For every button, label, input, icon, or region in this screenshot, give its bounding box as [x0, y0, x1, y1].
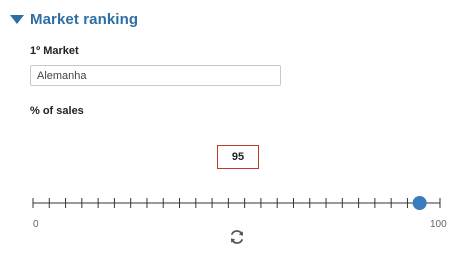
market-input[interactable]	[30, 65, 281, 86]
refresh-icon[interactable]	[229, 229, 245, 245]
market-ranking-panel: Market ranking 1º Market % of sales 95 0…	[0, 0, 474, 257]
slider-max-label: 100	[430, 219, 447, 230]
slider-min-label: 0	[33, 219, 39, 230]
sales-slider[interactable]	[0, 190, 474, 220]
market-label: 1º Market	[30, 45, 79, 57]
sales-value-display: 95	[217, 145, 259, 169]
sales-label: % of sales	[30, 105, 84, 117]
triangle-down-icon[interactable]	[10, 14, 24, 24]
section-header[interactable]: Market ranking	[10, 9, 138, 29]
section-title: Market ranking	[30, 10, 139, 28]
slider-handle[interactable]	[412, 196, 427, 210]
